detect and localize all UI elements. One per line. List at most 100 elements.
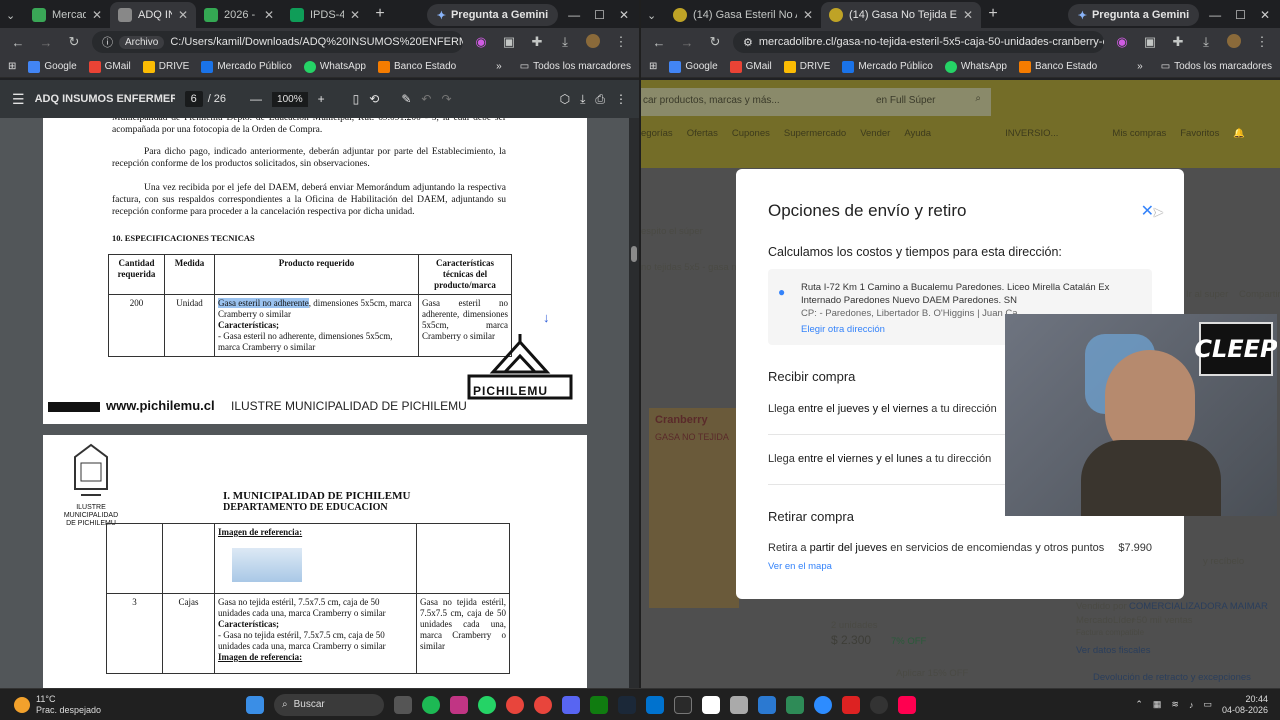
close-icon[interactable]: ✕ [963,8,973,22]
calculator-icon[interactable] [730,695,748,714]
zoom-out-icon[interactable]: — [250,92,262,106]
maximize-button[interactable]: ☐ [594,8,605,22]
close-icon[interactable]: ✕ [803,8,813,22]
chevron-up-icon[interactable]: ⌃ [1135,699,1143,710]
bookmark-gmail[interactable]: GMail [88,60,131,73]
clock[interactable]: 20:44 04-08-2026 [1222,694,1268,716]
discord-icon[interactable] [562,695,580,714]
close-window-button[interactable]: ✕ [1260,8,1270,22]
new-tab-button[interactable]: + [981,2,1005,28]
all-bookmarks[interactable]: » ▭ Todos los marcadores [496,61,631,72]
spotify-icon[interactable] [422,695,440,714]
bookmark-mercado-publico[interactable]: Mercado Público [201,60,292,73]
forward-icon[interactable]: → [36,35,56,50]
extensions-icon[interactable]: ✚ [527,34,547,50]
volume-icon[interactable]: ♪ [1189,700,1194,710]
chrome-icon-2[interactable] [534,695,552,714]
close-icon[interactable]: ✕ [178,8,188,22]
epic-icon[interactable] [674,695,692,714]
hamburger-menu-icon[interactable]: ☰ [12,91,25,108]
tab-2026[interactable]: 2026 - Goo✕ [196,2,282,28]
bookmark-whatsapp[interactable]: WhatsApp [303,60,366,73]
undo-icon[interactable]: ↶ [421,92,431,106]
zoom-icon[interactable] [814,695,832,714]
pdf-scrollbar[interactable] [629,118,639,688]
address-bar[interactable]: ⚙ mercadolibre.cl/gasa-no-tejida-esteril… [733,31,1104,53]
rotate-icon[interactable]: ⟲ [369,92,379,106]
weather-widget[interactable]: 11°C Prac. despejado [0,694,200,716]
fit-page-icon[interactable]: ▯ [353,92,360,106]
redo-icon[interactable]: ↷ [441,92,451,106]
zoom-level[interactable]: 100% [272,91,308,107]
extension-color-icon[interactable]: ◉ [1112,34,1132,50]
g-app-icon[interactable] [702,695,720,714]
extension-color-icon[interactable]: ◉ [471,34,491,50]
gemini-button[interactable]: ✦ Pregunta a Gemini [1067,4,1200,26]
bookmark-drive[interactable]: DRIVE [142,60,189,73]
ea-icon[interactable] [646,695,664,714]
bookmark-mercado-publico[interactable]: Mercado Público [842,60,933,73]
maximize-button[interactable]: ☐ [1235,8,1246,22]
network-icon[interactable]: ▦ [1153,699,1162,710]
change-address-link[interactable]: Elegir otra dirección [801,324,885,335]
tab-search-button[interactable]: ⌄ [641,2,665,28]
delivery-option[interactable]: Llega entre el jueves y el viernes a tu … [768,403,997,415]
site-settings-icon[interactable]: ⚙ [743,36,753,49]
gemini-button[interactable]: ✦ Pregunta a Gemini [426,4,559,26]
taskview-icon[interactable] [394,695,412,714]
bookmark-banco-estado[interactable]: Banco Estado [377,60,456,73]
all-bookmarks[interactable]: » ▭ Todos los marcadores [1137,61,1272,72]
reload-icon[interactable]: ↻ [64,34,84,50]
whatsapp-icon[interactable] [478,695,496,714]
pdf-more-icon[interactable]: ⋮ [615,92,627,106]
tab-ipds[interactable]: IPDS-400/2✕ [282,2,368,28]
pdf-viewer[interactable]: Municipalidad de Pichilemu Depto. de Edu… [0,118,639,688]
xbox-icon[interactable] [590,695,608,714]
start-icon[interactable] [246,695,264,714]
download-icon[interactable]: ⤓ [555,34,575,50]
highlighted-text[interactable]: Gasa esteril no adherente [218,298,309,308]
reload-icon[interactable]: ↻ [705,34,725,50]
annotate-icon[interactable]: ✎ [401,92,411,106]
minimize-button[interactable]: — [568,8,580,22]
page-input[interactable]: 6 [184,91,203,107]
taskbar-search[interactable]: ⌕ Buscar [274,693,384,716]
notification-bell-icon[interactable]: 🔔 [1233,128,1245,139]
pickup-option[interactable]: Retira a partir del jueves en servicios … [768,542,1104,554]
battery-icon[interactable]: ▭ [1203,699,1212,710]
obs-icon[interactable] [870,695,888,714]
tab-search-button[interactable]: ⌄ [0,2,24,28]
chrome-icon[interactable] [506,695,524,714]
back-icon[interactable]: ← [649,35,669,50]
bookmark-whatsapp[interactable]: WhatsApp [944,60,1007,73]
close-icon[interactable]: ✕ [350,8,360,22]
bookmark-google[interactable]: Google [669,60,718,73]
bookmark-google[interactable]: Google [28,60,77,73]
avatar[interactable] [1224,33,1244,51]
ml-search-input[interactable]: car productos, marcas y más... en Full Sú… [641,88,991,116]
ai-icon[interactable]: ⬡ [560,92,570,106]
print-icon[interactable]: ⎙ [595,92,605,107]
delivery-option[interactable]: Llega entre el viernes y el lunes a tu d… [768,453,991,465]
tab-adq-insumos[interactable]: ADQ INSUM✕ [110,2,196,28]
extensions-icon[interactable]: ✚ [1168,34,1188,50]
tab-gasa-esteril[interactable]: (14) Gasa Esteril No Adherente✕ [665,2,821,28]
pdf-download-icon[interactable]: ⤓ [580,92,585,107]
photo-app-icon[interactable] [842,695,860,714]
bookmark-gmail[interactable]: GMail [729,60,772,73]
bookmark-drive[interactable]: DRIVE [783,60,830,73]
avatar[interactable] [583,33,603,51]
bookmark-banco-estado[interactable]: Banco Estado [1018,60,1097,73]
minimize-button[interactable]: — [1209,8,1221,22]
map-link[interactable]: Ver en el mapa [768,561,832,572]
apps-icon[interactable]: ⊞ [8,61,16,72]
wifi-icon[interactable]: ≋ [1171,699,1179,710]
cast-icon[interactable]: ▣ [1140,34,1160,50]
menu-icon[interactable]: ⋮ [1252,34,1272,50]
steam-icon[interactable] [618,695,636,714]
forward-icon[interactable]: → [677,35,697,50]
address-bar[interactable]: ⓘ Archivo C:/Users/kamil/Downloads/ADQ%2… [92,31,463,53]
back-icon[interactable]: ← [8,35,28,50]
close-window-button[interactable]: ✕ [619,8,629,22]
new-tab-button[interactable]: + [368,2,392,28]
